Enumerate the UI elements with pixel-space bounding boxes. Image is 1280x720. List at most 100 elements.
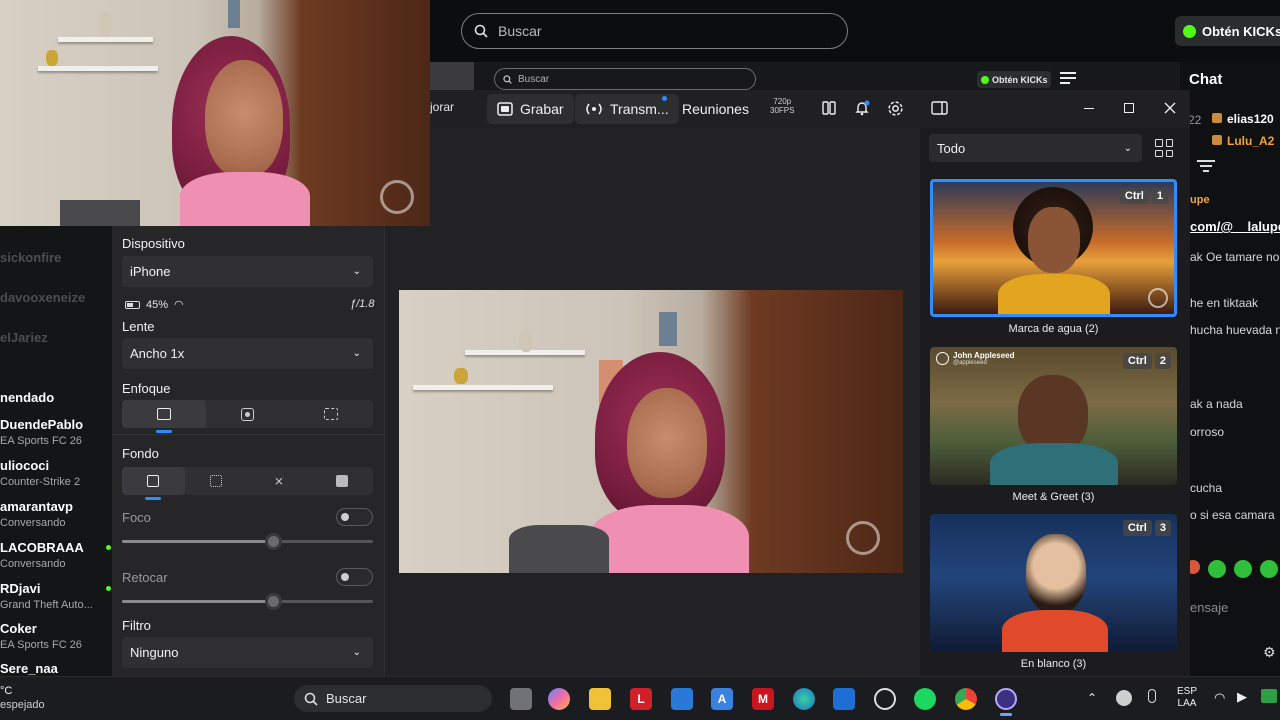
chat-input-placeholder[interactable]: ensaje	[1190, 600, 1228, 615]
get-kicks-label: Obtén KICKs	[1202, 23, 1280, 39]
copilot-icon[interactable]	[548, 688, 570, 710]
file-explorer-icon[interactable]	[589, 688, 611, 710]
sidebar-toggle-icon[interactable]	[927, 96, 951, 120]
shortcut-number: 2	[1154, 353, 1171, 369]
kick-search-input[interactable]: Buscar	[461, 13, 848, 49]
background-blur-button[interactable]	[185, 467, 248, 495]
close-icon[interactable]	[1158, 96, 1182, 120]
mcafee-icon[interactable]: M	[752, 688, 774, 710]
broadcast-icon	[586, 103, 602, 115]
shortcut-number: 1	[1151, 188, 1168, 204]
gear-icon[interactable]	[883, 96, 907, 120]
weather-widget[interactable]: °C espejado	[0, 684, 45, 712]
webcam-overlay	[0, 0, 430, 226]
sidebar-channel-game: Conversando	[0, 558, 66, 570]
scene-thumbnail[interactable]: Ctrl 1	[930, 179, 1177, 317]
camo-logo-icon	[936, 352, 949, 365]
edge-icon[interactable]	[793, 688, 815, 710]
hide-background-icon: ⨯	[273, 474, 284, 488]
sidebar-channel-faded[interactable]: sickonfire	[0, 250, 61, 265]
device-select[interactable]: iPhone ⌄	[122, 256, 373, 287]
retouch-toggle[interactable]	[336, 568, 373, 586]
device-status: 45% ◠	[125, 298, 184, 311]
volume-icon[interactable]: ▶	[1237, 689, 1247, 705]
focus-manual-button[interactable]	[289, 400, 373, 428]
microphone-icon[interactable]	[1148, 689, 1156, 703]
layout-icon[interactable]	[817, 96, 841, 120]
chat-link[interactable]: com/@__lalupe	[1190, 219, 1280, 234]
sidebar-channel-name[interactable]: LACOBRAAA	[0, 540, 84, 555]
chat-message: ak a nada	[1190, 397, 1243, 411]
background-replace-button[interactable]	[310, 467, 373, 495]
grid-view-icon[interactable]	[1155, 139, 1173, 157]
outlook-icon[interactable]	[833, 688, 855, 710]
replace-background-icon	[335, 475, 348, 487]
app-a-icon[interactable]: A	[711, 688, 733, 710]
sidebar-channel-faded[interactable]: elJariez	[0, 330, 48, 345]
store-icon[interactable]	[671, 688, 693, 710]
shortcut-ctrl: Ctrl	[1122, 353, 1152, 369]
chat-title: Chat	[1189, 71, 1223, 88]
camo-watermark-icon	[1148, 288, 1168, 308]
sidebar-channel-faded[interactable]: davooxeneize	[0, 290, 85, 305]
camo-app-icon[interactable]	[995, 688, 1017, 710]
sidebar-channel-name[interactable]: Sere_naa	[0, 661, 58, 676]
improve-button[interactable]: jorar	[430, 100, 454, 114]
sidebar-channel-name[interactable]: DuendePablo	[0, 417, 83, 432]
spotify-icon[interactable]	[914, 688, 936, 710]
chat-user[interactable]: Lulu_A2	[1212, 134, 1274, 148]
divider	[112, 434, 385, 435]
battery-tray-icon[interactable]	[1261, 689, 1277, 703]
meetings-button[interactable]: Reuniones	[672, 94, 759, 124]
blur-slider[interactable]	[122, 533, 373, 550]
chat-settings-icon[interactable]: ⚙	[1263, 644, 1276, 661]
task-view-icon[interactable]	[510, 688, 532, 710]
get-kicks-button[interactable]: Obtén KICKs	[1175, 16, 1280, 46]
chat-user[interactable]: elias120	[1212, 112, 1274, 126]
language-indicator[interactable]: ESP LAA	[1177, 686, 1197, 710]
sidebar-channel-name[interactable]: RDjavi	[0, 581, 40, 596]
sidebar-channel-name[interactable]: uliococi	[0, 458, 49, 473]
stream-notification-dot	[662, 96, 667, 101]
sidebar-channel-name[interactable]: amarantavp	[0, 499, 73, 514]
lens-select[interactable]: Ancho 1x ⌄	[122, 338, 373, 369]
chat-filter-icon[interactable]	[1197, 160, 1215, 172]
chrome-icon[interactable]	[955, 688, 977, 710]
obs-icon[interactable]	[874, 688, 896, 710]
minimize-icon[interactable]	[1077, 96, 1101, 120]
app-l-icon[interactable]: L	[630, 688, 652, 710]
resolution-indicator[interactable]: 720p 30FPS	[770, 97, 794, 115]
scene-thumbnail[interactable]: John Appleseed @appleseed Ctrl 2	[930, 347, 1177, 485]
retouch-slider[interactable]	[122, 593, 373, 610]
scene-label: Meet & Greet (3)	[1012, 491, 1095, 503]
bell-icon[interactable]	[850, 96, 874, 120]
emote-icon	[1260, 560, 1278, 578]
chat-number: 22	[1188, 113, 1202, 127]
live-indicator	[106, 545, 111, 550]
filter-select[interactable]: Ninguno ⌄	[122, 637, 373, 668]
maximize-icon[interactable]	[1117, 96, 1141, 120]
shortcut-number: 3	[1154, 520, 1171, 536]
focus-center-button[interactable]	[206, 400, 290, 428]
device-label: Dispositivo	[122, 236, 185, 251]
chevron-down-icon: ⌄	[352, 647, 361, 658]
wifi-icon[interactable]: ◠	[1214, 690, 1225, 706]
taskbar-search[interactable]: Buscar	[294, 685, 492, 712]
windows-start-icon[interactable]	[259, 687, 281, 709]
tray-overflow-icon[interactable]: ⌃	[1087, 691, 1097, 705]
badge-icon	[1212, 135, 1222, 145]
search-icon	[304, 692, 318, 706]
tray-app-icon[interactable]	[1116, 690, 1132, 706]
blur-toggle[interactable]	[336, 508, 373, 526]
focus-manual-icon	[324, 408, 339, 420]
sidebar-channel-name[interactable]: Coker	[0, 621, 37, 636]
aperture-value: ƒ/1.8	[350, 298, 375, 310]
background-hide-button[interactable]: ⨯	[248, 467, 311, 495]
scene-thumbnail[interactable]: Ctrl 3	[930, 514, 1177, 652]
kick-coin-icon	[981, 75, 989, 84]
focus-auto-button[interactable]	[122, 400, 206, 428]
background-none-button[interactable]	[122, 467, 185, 495]
scene-filter-select[interactable]: Todo ⌄	[929, 134, 1142, 162]
chat-message: he en tiktaak	[1190, 296, 1259, 310]
record-button[interactable]: Grabar	[487, 94, 574, 124]
